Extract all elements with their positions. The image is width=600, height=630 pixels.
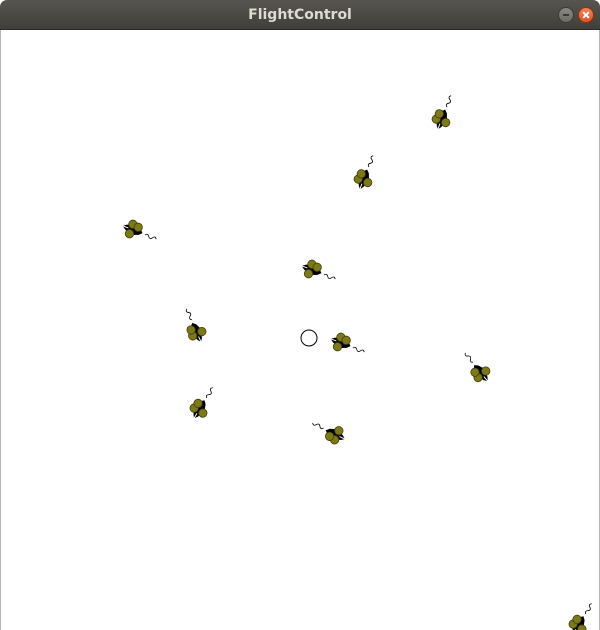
aircraft[interactable] [297, 256, 340, 288]
minimize-button[interactable] [558, 7, 574, 23]
aircraft[interactable] [564, 598, 599, 630]
app-window: FlightControl [0, 0, 600, 630]
airspace[interactable] [1, 30, 600, 630]
game-canvas[interactable] [0, 30, 600, 630]
aircraft[interactable] [177, 304, 211, 348]
aircraft[interactable] [428, 91, 460, 134]
aircraft[interactable] [307, 415, 351, 449]
landing-target[interactable] [300, 329, 318, 347]
aircraft[interactable] [118, 216, 161, 248]
title-bar[interactable]: FlightControl [0, 0, 600, 30]
aircraft[interactable] [457, 347, 496, 389]
aircraft[interactable] [185, 382, 221, 425]
aircraft[interactable] [350, 151, 382, 194]
close-button[interactable] [578, 7, 594, 23]
window-title: FlightControl [248, 7, 352, 23]
aircraft[interactable] [326, 329, 369, 361]
